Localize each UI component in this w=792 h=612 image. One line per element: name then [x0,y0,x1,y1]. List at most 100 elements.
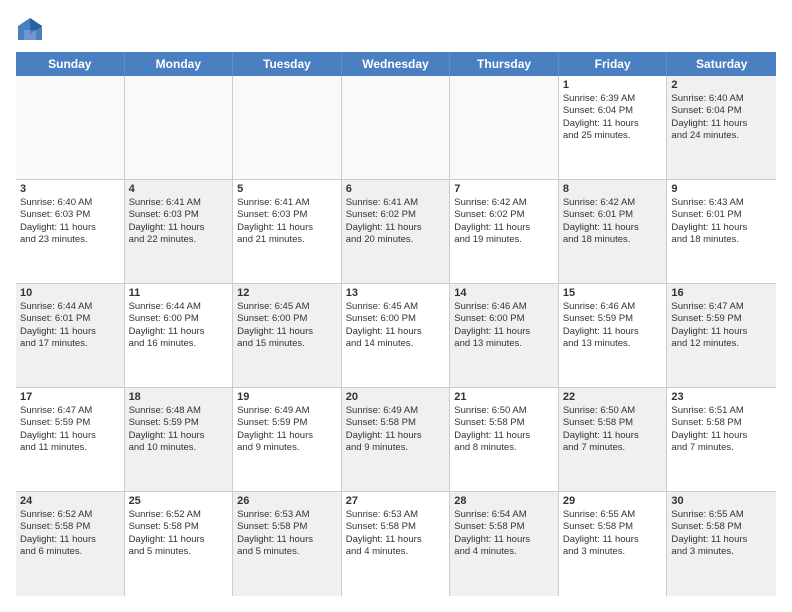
day-cell-24: 24Sunrise: 6:52 AM Sunset: 5:58 PM Dayli… [16,492,125,596]
day-number: 17 [20,391,120,403]
day-number: 11 [129,287,229,299]
day-info: Sunrise: 6:44 AM Sunset: 6:00 PM Dayligh… [129,301,229,350]
day-info: Sunrise: 6:53 AM Sunset: 5:58 PM Dayligh… [237,509,337,558]
day-number: 19 [237,391,337,403]
day-cell-13: 13Sunrise: 6:45 AM Sunset: 6:00 PM Dayli… [342,284,451,387]
day-number: 3 [20,183,120,195]
day-info: Sunrise: 6:41 AM Sunset: 6:03 PM Dayligh… [237,197,337,246]
day-info: Sunrise: 6:50 AM Sunset: 5:58 PM Dayligh… [563,405,663,454]
day-cell-16: 16 Sunrise: 6:47 AM Sunset: 5:59 PM Dayli… [667,284,776,387]
weekday-header-monday: Monday [125,52,234,76]
day-number: 1 [563,79,663,91]
day-number: 10 [20,287,120,299]
day-number: 7 [454,183,554,195]
day-info: Sunrise: 6:40 AM Sunset: 6:03 PM Dayligh… [20,197,120,246]
weekday-header-saturday: Saturday [667,52,776,76]
day-info: Sunrise: 6:45 AM Sunset: 6:00 PM Dayligh… [237,301,337,350]
day-cell-12: 12 Sunrise: 6:45 AM Sunset: 6:00 PM Dayli… [233,284,342,387]
day-cell-8: 8 Sunrise: 6:42 AM Sunset: 6:01 PM Daylig… [559,180,668,283]
week-row-3: 10 Sunrise: 6:44 AM Sunset: 6:01 PM Dayli… [16,284,776,388]
day-cell-21: 21 Sunrise: 6:50 AM Sunset: 5:58 PM Dayli… [450,388,559,491]
day-cell-3: 3 Sunrise: 6:40 AM Sunset: 6:03 PM Daylig… [16,180,125,283]
weekday-header-thursday: Thursday [450,52,559,76]
day-info: Sunrise: 6:40 AM Sunset: 6:04 PM Dayligh… [671,93,772,142]
day-info: Sunrise: 6:46 AM Sunset: 6:00 PM Dayligh… [454,301,554,350]
day-cell-25: 25 Sunrise: 6:52 AM Sunset: 5:58 PM Dayli… [125,492,234,596]
day-number: 14 [454,287,554,299]
calendar-body: 1 Sunrise: 6:39 AM Sunset: 6:04 PM Daylig… [16,76,776,596]
day-cell-14: 14 Sunrise: 6:46 AM Sunset: 6:00 PM Dayli… [450,284,559,387]
day-info: Sunrise: 6:42 AM Sunset: 6:01 PM Dayligh… [563,197,663,246]
day-number: 6 [346,183,446,195]
day-info: Sunrise: 6:51 AM Sunset: 5:58 PM Dayligh… [671,405,772,454]
week-row-1: 1 Sunrise: 6:39 AM Sunset: 6:04 PM Daylig… [16,76,776,180]
day-cell-28: 28Sunrise: 6:54 AM Sunset: 5:58 PM Dayli… [450,492,559,596]
day-number: 20 [346,391,446,403]
day-number: 15 [563,287,663,299]
day-number: 12 [237,287,337,299]
weekday-header-tuesday: Tuesday [233,52,342,76]
day-info: Sunrise: 6:47 AM Sunset: 5:59 PM Dayligh… [671,301,772,350]
day-cell-6: 6Sunrise: 6:41 AM Sunset: 6:02 PM Daylig… [342,180,451,283]
day-cell-2: 2 Sunrise: 6:40 AM Sunset: 6:04 PM Daylig… [667,76,776,179]
logo-icon [16,16,44,44]
day-cell-20: 20 Sunrise: 6:49 AM Sunset: 5:58 PM Dayli… [342,388,451,491]
day-cell-7: 7Sunrise: 6:42 AM Sunset: 6:02 PM Daylig… [450,180,559,283]
day-number: 13 [346,287,446,299]
week-row-2: 3 Sunrise: 6:40 AM Sunset: 6:03 PM Daylig… [16,180,776,284]
day-info: Sunrise: 6:48 AM Sunset: 5:59 PM Dayligh… [129,405,229,454]
day-number: 30 [671,495,772,507]
day-number: 2 [671,79,772,91]
calendar: SundayMondayTuesdayWednesdayThursdayFrid… [16,52,776,596]
day-info: Sunrise: 6:49 AM Sunset: 5:58 PM Dayligh… [346,405,446,454]
day-number: 16 [671,287,772,299]
day-number: 4 [129,183,229,195]
weekday-header-wednesday: Wednesday [342,52,451,76]
day-number: 25 [129,495,229,507]
weekday-header-friday: Friday [559,52,668,76]
week-row-4: 17 Sunrise: 6:47 AM Sunset: 5:59 PM Dayli… [16,388,776,492]
day-info: Sunrise: 6:54 AM Sunset: 5:58 PM Dayligh… [454,509,554,558]
day-cell-5: 5 Sunrise: 6:41 AM Sunset: 6:03 PM Daylig… [233,180,342,283]
empty-cell [233,76,342,179]
day-info: Sunrise: 6:50 AM Sunset: 5:58 PM Dayligh… [454,405,554,454]
day-number: 26 [237,495,337,507]
day-number: 9 [671,183,772,195]
day-info: Sunrise: 6:44 AM Sunset: 6:01 PM Dayligh… [20,301,120,350]
day-number: 27 [346,495,446,507]
empty-cell [16,76,125,179]
day-info: Sunrise: 6:43 AM Sunset: 6:01 PM Dayligh… [671,197,772,246]
day-info: Sunrise: 6:52 AM Sunset: 5:58 PM Dayligh… [129,509,229,558]
day-number: 29 [563,495,663,507]
day-cell-26: 26 Sunrise: 6:53 AM Sunset: 5:58 PM Dayli… [233,492,342,596]
logo [16,16,46,44]
empty-cell [450,76,559,179]
day-number: 18 [129,391,229,403]
day-number: 8 [563,183,663,195]
day-cell-1: 1 Sunrise: 6:39 AM Sunset: 6:04 PM Daylig… [559,76,668,179]
day-cell-29: 29 Sunrise: 6:55 AM Sunset: 5:58 PM Dayli… [559,492,668,596]
day-info: Sunrise: 6:47 AM Sunset: 5:59 PM Dayligh… [20,405,120,454]
day-info: Sunrise: 6:55 AM Sunset: 5:58 PM Dayligh… [671,509,772,558]
day-number: 22 [563,391,663,403]
day-info: Sunrise: 6:41 AM Sunset: 6:03 PM Dayligh… [129,197,229,246]
day-cell-23: 23Sunrise: 6:51 AM Sunset: 5:58 PM Dayli… [667,388,776,491]
day-cell-10: 10 Sunrise: 6:44 AM Sunset: 6:01 PM Dayli… [16,284,125,387]
calendar-header: SundayMondayTuesdayWednesdayThursdayFrid… [16,52,776,76]
day-cell-27: 27 Sunrise: 6:53 AM Sunset: 5:58 PM Dayli… [342,492,451,596]
empty-cell [125,76,234,179]
day-info: Sunrise: 6:55 AM Sunset: 5:58 PM Dayligh… [563,509,663,558]
header [16,16,776,44]
day-cell-30: 30 Sunrise: 6:55 AM Sunset: 5:58 PM Dayli… [667,492,776,596]
day-cell-15: 15Sunrise: 6:46 AM Sunset: 5:59 PM Dayli… [559,284,668,387]
day-cell-9: 9 Sunrise: 6:43 AM Sunset: 6:01 PM Daylig… [667,180,776,283]
week-row-5: 24Sunrise: 6:52 AM Sunset: 5:58 PM Dayli… [16,492,776,596]
day-cell-11: 11 Sunrise: 6:44 AM Sunset: 6:00 PM Dayli… [125,284,234,387]
day-number: 21 [454,391,554,403]
day-info: Sunrise: 6:49 AM Sunset: 5:59 PM Dayligh… [237,405,337,454]
day-info: Sunrise: 6:53 AM Sunset: 5:58 PM Dayligh… [346,509,446,558]
day-number: 5 [237,183,337,195]
day-cell-17: 17 Sunrise: 6:47 AM Sunset: 5:59 PM Dayli… [16,388,125,491]
day-info: Sunrise: 6:39 AM Sunset: 6:04 PM Dayligh… [563,93,663,142]
weekday-header-sunday: Sunday [16,52,125,76]
